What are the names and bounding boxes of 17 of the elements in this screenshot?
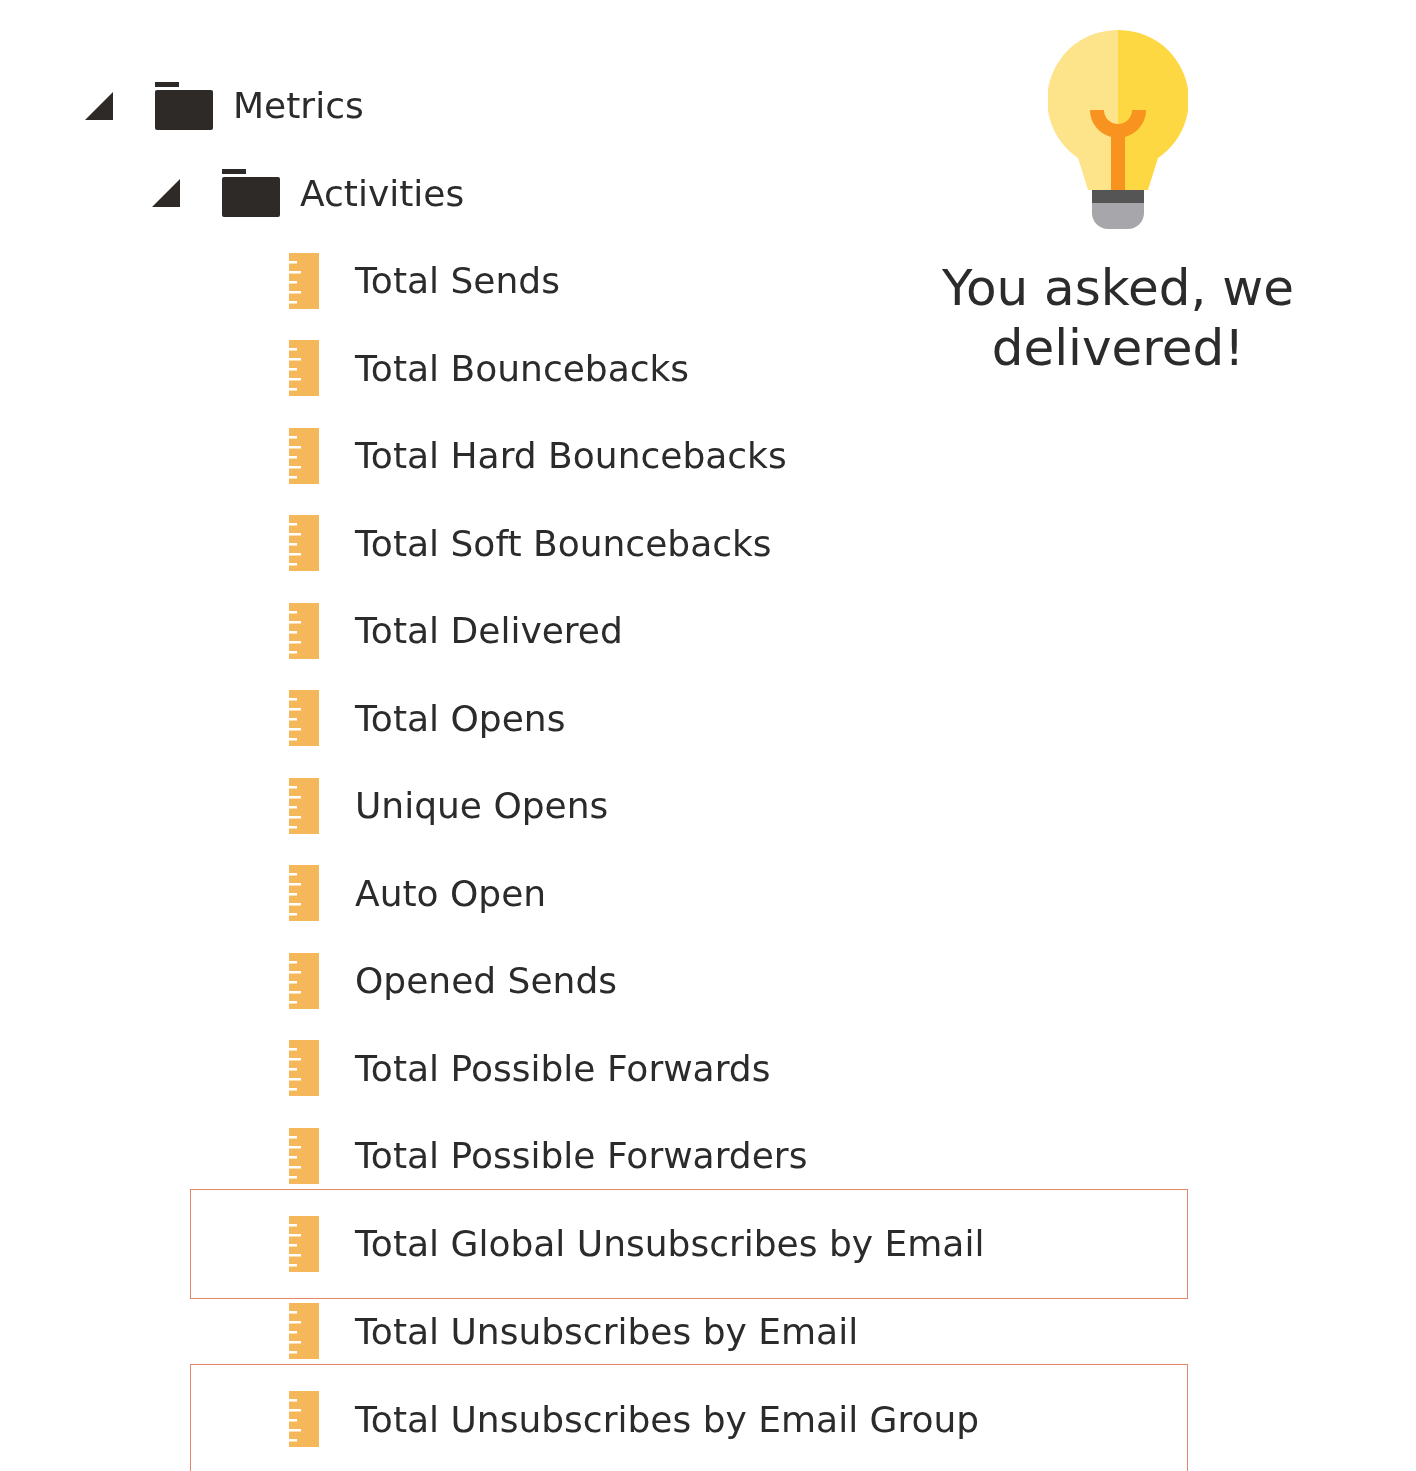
folder-label[interactable]: Metrics	[233, 85, 364, 127]
metric-label[interactable]: Total Delivered	[355, 610, 623, 652]
metric-label[interactable]: Total Bouncebacks	[355, 347, 690, 389]
metric-label[interactable]: Total Soft Bouncebacks	[355, 522, 772, 564]
metric-label[interactable]: Total Opens	[355, 697, 566, 739]
metric-label[interactable]: Opened Sends	[355, 960, 618, 1002]
metric-label[interactable]: Unique Opens	[355, 785, 609, 827]
folder-label[interactable]: Activities	[300, 172, 465, 214]
metric-label[interactable]: Total Possible Forwarders	[355, 1135, 808, 1177]
metric-label[interactable]: Total Sends	[355, 260, 560, 302]
callout-text: You asked, we delivered!	[941, 258, 1295, 378]
metric-label[interactable]: Total Possible Forwards	[355, 1047, 771, 1089]
metric-label[interactable]: Auto Open	[355, 872, 547, 914]
metric-label[interactable]: Total Unsubscribes by Email Group	[355, 1398, 980, 1440]
metric-label[interactable]: Total Unsubscribes by Email	[355, 1310, 859, 1352]
metric-label[interactable]: Total Hard Bouncebacks	[355, 435, 787, 477]
metric-label[interactable]: Total Global Unsubscribes by Email	[355, 1223, 985, 1264]
